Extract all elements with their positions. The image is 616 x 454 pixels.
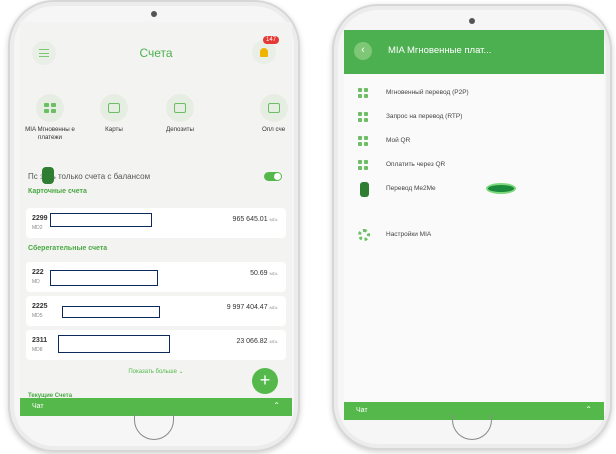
page-title: MIA Мгновенные плат... [388, 45, 492, 56]
grid-icon [358, 88, 370, 99]
chat-label: Чат [356, 407, 368, 414]
chevron-up-icon: ⌃ [585, 405, 592, 414]
menu-item-my-qr[interactable]: Мой QR [358, 134, 596, 150]
tile-label: Карты [105, 126, 123, 133]
savings-accounts-heading: Сберегательные счета [28, 245, 108, 252]
account-iban: MD [32, 279, 40, 285]
chat-label: Чат [32, 403, 44, 410]
account-iban: MD8 [32, 347, 43, 353]
account-amount: 50.69 MDL [250, 270, 278, 277]
account-number: 2225 [32, 303, 48, 310]
account-iban: MD5 [32, 313, 43, 319]
menu-item-label: Мгновенный перевод (P2P) [386, 89, 469, 96]
payment-icon [260, 94, 288, 122]
account-iban: MD2 [32, 225, 43, 231]
account-number: 2311 [32, 337, 48, 344]
grid-icon [358, 112, 370, 123]
tile-deposits[interactable]: Депозиты [150, 94, 210, 134]
tile-mia[interactable]: MIA Мгновенны е платежи [20, 94, 80, 142]
qr-icon [358, 160, 370, 171]
dots-icon [36, 94, 64, 122]
menu-item-pay-qr[interactable]: Оплатить через QR [358, 158, 596, 174]
menu-item-label: Мой QR [386, 137, 411, 144]
speaker [469, 18, 475, 24]
tile-payments[interactable]: Опл сче [252, 94, 292, 134]
hand-icon [42, 167, 54, 184]
redaction-box [50, 213, 152, 227]
tile-label: MIA Мгновенны е платежи [25, 126, 75, 141]
home-button[interactable] [134, 414, 174, 440]
account-row[interactable]: 2225 MD5 9 997 404.47 MDL [26, 296, 286, 326]
mia-screen: ‹ MIA Мгновенные плат... Мгновенный пере… [344, 30, 604, 420]
home-button[interactable] [452, 414, 492, 440]
menu-item-me2me[interactable]: Перевод Me2Me [358, 182, 596, 204]
back-button[interactable]: ‹ [354, 42, 372, 60]
accounts-screen: Счета 147 MIA Мгновенны е платежи Карты [20, 22, 292, 416]
cards-icon [100, 94, 128, 122]
account-number: 2299 [32, 215, 48, 222]
header: Счета 147 [20, 22, 292, 92]
phone-right: ‹ MIA Мгновенные плат... Мгновенный пере… [332, 4, 612, 450]
tile-cards[interactable]: Карты [84, 94, 144, 134]
bell-icon [260, 48, 268, 57]
gear-icon [358, 229, 370, 241]
menu-item-settings[interactable]: Настройки MIA [358, 228, 596, 244]
quick-tiles: MIA Мгновенны е платежи Карты Депозиты О… [20, 94, 292, 160]
balance-toggle[interactable] [264, 172, 282, 181]
qr-icon [358, 136, 370, 147]
menu-item-label: Запрос на перевод (RTP) [386, 113, 463, 120]
redaction-box [62, 306, 160, 318]
tile-label: Опл сче [262, 126, 286, 133]
speaker [151, 11, 157, 17]
card-accounts-heading: Карточные счета [28, 188, 87, 195]
chevron-up-icon: ⌃ [273, 401, 280, 410]
redaction-box [50, 270, 158, 286]
header: ‹ MIA Мгновенные плат... [344, 30, 604, 74]
phone-left: Счета 147 MIA Мгновенны е платежи Карты [8, 0, 300, 452]
account-row[interactable]: 222 MD 50.69 MDL [26, 262, 286, 292]
menu-item-label: Перевод Me2Me [386, 185, 436, 192]
account-row[interactable]: 2299 MD2 965 645.01 MDL [26, 208, 286, 238]
pin-icon [360, 182, 369, 197]
menu-item-rtp[interactable]: Запрос на перевод (RTP) [358, 110, 596, 126]
menu-item-label: Настройки MIA [386, 231, 432, 238]
redaction-box [58, 335, 170, 353]
menu-item-p2p[interactable]: Мгновенный перевод (P2P) [358, 86, 596, 102]
account-amount: 23 066.82 MDL [236, 338, 278, 345]
deposit-icon [166, 94, 194, 122]
notifications-button[interactable]: 147 [252, 36, 279, 64]
notification-badge: 147 [262, 36, 279, 44]
account-amount: 965 645.01 MDL [232, 216, 278, 223]
add-button[interactable]: + [252, 368, 278, 394]
tile-label: Депозиты [166, 126, 194, 133]
account-number: 222 [32, 269, 44, 276]
eye-icon [486, 183, 516, 194]
account-row[interactable]: 2311 MD8 23 066.82 MDL [26, 330, 286, 360]
menu-item-label: Оплатить через QR [386, 161, 446, 168]
account-amount: 9 997 404.47 MDL [226, 304, 278, 311]
balance-filter: Пс зать только счета с балансом [26, 167, 284, 187]
show-more-link[interactable]: Показать больше ⌄ [20, 368, 292, 375]
